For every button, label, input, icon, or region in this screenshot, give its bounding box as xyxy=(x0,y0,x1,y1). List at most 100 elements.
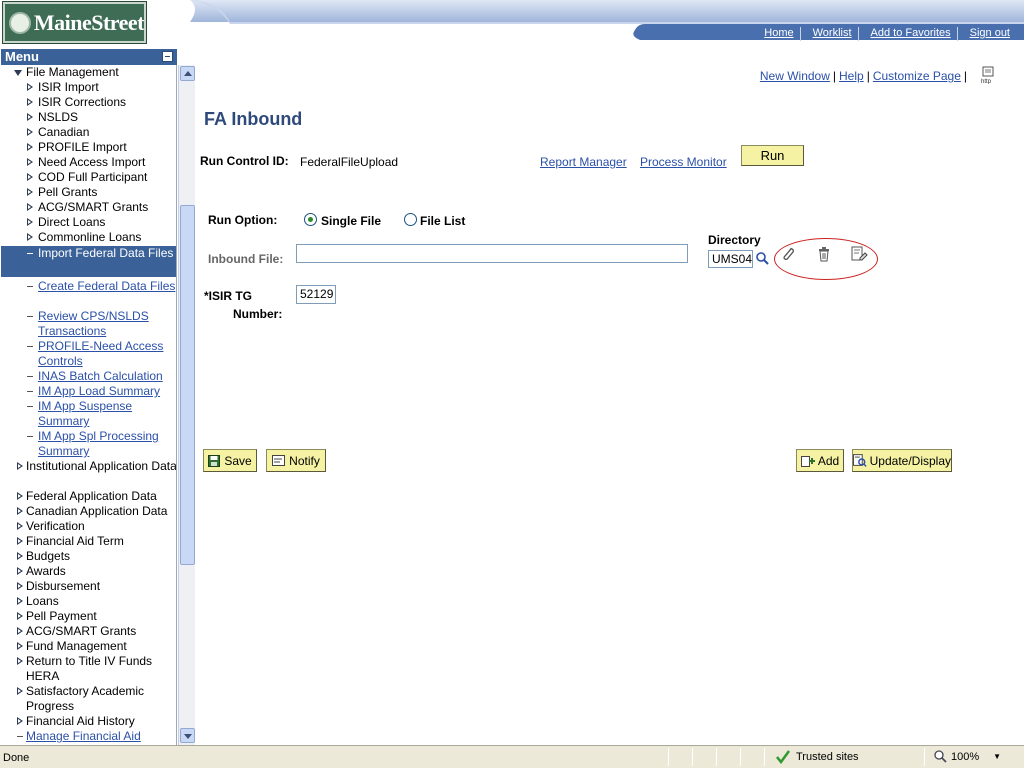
menu-item[interactable]: File Management xyxy=(1,65,176,81)
expand-arrow-icon[interactable] xyxy=(17,552,23,560)
security-zone[interactable]: Trusted sites xyxy=(776,750,859,764)
expand-arrow-icon[interactable] xyxy=(17,642,23,650)
menu-scrollbar[interactable] xyxy=(178,65,195,745)
expand-arrow-icon[interactable] xyxy=(17,597,23,605)
scroll-up-button[interactable] xyxy=(180,66,195,81)
menu-item[interactable]: Federal Application Data xyxy=(1,489,176,505)
worklist-link[interactable]: Worklist xyxy=(799,27,858,41)
expand-arrow-icon[interactable] xyxy=(17,492,23,500)
menu-item[interactable]: Budgets xyxy=(1,549,176,565)
menu-item[interactable]: Return to Title IV Funds HERA xyxy=(1,654,176,685)
menu-item[interactable]: IM App Suspense Summary xyxy=(1,399,176,430)
attach-paperclip-icon[interactable] xyxy=(780,246,796,262)
expand-arrow-icon[interactable] xyxy=(17,717,23,725)
expand-arrow-icon[interactable] xyxy=(17,612,23,620)
expand-arrow-icon[interactable] xyxy=(27,98,33,106)
menu-item-label[interactable]: Review CPS/NSLDS Transactions xyxy=(38,309,176,339)
expand-arrow-icon[interactable] xyxy=(27,203,33,211)
menu-item[interactable]: PROFILE-Need Access Controls xyxy=(1,339,176,370)
help-link[interactable]: Help xyxy=(839,69,864,83)
add-button[interactable]: Add xyxy=(796,449,844,472)
menu-item[interactable]: COD Full Participant xyxy=(1,170,176,186)
expand-arrow-icon[interactable] xyxy=(17,462,23,470)
directory-input[interactable]: UMS04 xyxy=(708,250,753,268)
isir-tg-number-input[interactable]: 52129 xyxy=(296,285,336,304)
update-display-button[interactable]: Update/Display xyxy=(852,449,952,472)
collapse-arrow-icon[interactable] xyxy=(14,70,22,76)
expand-arrow-icon[interactable] xyxy=(17,522,23,530)
menu-item-label[interactable]: Create Federal Data Files xyxy=(38,279,176,294)
expand-arrow-icon[interactable] xyxy=(27,113,33,121)
report-manager-link[interactable]: Report Manager xyxy=(540,155,627,169)
menu-item[interactable]: IM App Load Summary xyxy=(1,384,176,400)
expand-arrow-icon[interactable] xyxy=(17,687,23,695)
menu-item[interactable]: Verification xyxy=(1,519,176,535)
menu-item-label[interactable]: IM App Load Summary xyxy=(38,384,176,399)
single-file-radio[interactable] xyxy=(304,213,317,226)
delete-trash-icon[interactable] xyxy=(816,246,832,262)
menu-item[interactable]: Disbursement xyxy=(1,579,176,595)
menu-item[interactable]: ACG/SMART Grants xyxy=(1,200,176,216)
menu-item[interactable]: Loans xyxy=(1,594,176,610)
menu-item[interactable]: Financial Aid Term xyxy=(1,534,176,550)
menu-item[interactable]: Institutional Application Data xyxy=(1,459,176,490)
scrollbar-thumb[interactable] xyxy=(180,205,195,565)
new-window-link[interactable]: New Window xyxy=(760,69,830,83)
process-monitor-link[interactable]: Process Monitor xyxy=(640,155,727,169)
lookup-search-icon[interactable] xyxy=(755,251,770,266)
expand-arrow-icon[interactable] xyxy=(17,582,23,590)
menu-item-label[interactable]: INAS Batch Calculation xyxy=(38,369,176,384)
expand-arrow-icon[interactable] xyxy=(17,507,23,515)
home-link[interactable]: Home xyxy=(752,27,799,41)
expand-arrow-icon[interactable] xyxy=(27,233,33,241)
sign-out-link[interactable]: Sign out xyxy=(956,27,1016,41)
menu-item-selected[interactable]: Import Federal Data Files xyxy=(1,246,176,277)
menu-item[interactable]: Commonline Loans xyxy=(1,230,176,246)
expand-arrow-icon[interactable] xyxy=(27,143,33,151)
menu-item[interactable]: IM App Spl Processing Summary xyxy=(1,429,176,460)
menu-item-label[interactable]: PROFILE-Need Access Controls xyxy=(38,339,176,369)
collapse-menu-icon[interactable] xyxy=(162,51,173,62)
run-button[interactable]: Run xyxy=(741,145,804,166)
menu-item[interactable]: ISIR Import xyxy=(1,80,176,96)
notify-button[interactable]: Notify xyxy=(266,449,326,472)
add-to-favorites-link[interactable]: Add to Favorites xyxy=(857,27,957,41)
menu-item[interactable]: Need Access Import xyxy=(1,155,176,171)
menu-item[interactable]: Pell Payment xyxy=(1,609,176,625)
menu-item[interactable]: Financial Aid History xyxy=(1,714,176,730)
expand-arrow-icon[interactable] xyxy=(27,128,33,136)
menu-item[interactable]: Manage Financial Aid xyxy=(1,729,176,745)
menu-item[interactable]: Satisfactory Academic Progress xyxy=(1,684,176,715)
menu-item[interactable]: ISIR Corrections xyxy=(1,95,176,111)
menu-item[interactable]: Direct Loans xyxy=(1,215,176,231)
mainestreet-logo[interactable]: MaineStreet xyxy=(2,1,147,44)
zoom-dropdown-icon[interactable]: ▼ xyxy=(993,752,1001,761)
menu-item[interactable]: PROFILE Import xyxy=(1,140,176,156)
menu-item[interactable]: NSLDS xyxy=(1,110,176,126)
menu-item[interactable]: Create Federal Data Files xyxy=(1,279,176,310)
menu-item[interactable]: Fund Management xyxy=(1,639,176,655)
menu-item[interactable]: Pell Grants xyxy=(1,185,176,201)
menu-item[interactable]: Awards xyxy=(1,564,176,580)
save-button[interactable]: Save xyxy=(203,449,257,472)
expand-arrow-icon[interactable] xyxy=(17,567,23,575)
expand-arrow-icon[interactable] xyxy=(17,657,23,665)
expand-arrow-icon[interactable] xyxy=(27,173,33,181)
menu-item[interactable]: Canadian xyxy=(1,125,176,141)
menu-item[interactable]: Review CPS/NSLDS Transactions xyxy=(1,309,176,340)
expand-arrow-icon[interactable] xyxy=(27,83,33,91)
scroll-down-button[interactable] xyxy=(180,728,195,743)
zoom-control[interactable]: 100% ▼ xyxy=(934,750,1001,763)
http-link-icon[interactable]: http xyxy=(980,66,998,84)
expand-arrow-icon[interactable] xyxy=(27,218,33,226)
customize-page-link[interactable]: Customize Page xyxy=(873,69,961,83)
menu-item-label[interactable]: IM App Spl Processing Summary xyxy=(38,429,176,459)
menu-item[interactable]: ACG/SMART Grants xyxy=(1,624,176,640)
file-list-radio[interactable] xyxy=(404,213,417,226)
view-attachment-icon[interactable] xyxy=(850,246,868,262)
menu-item-label[interactable]: Manage Financial Aid xyxy=(26,729,176,744)
menu-item-label[interactable]: IM App Suspense Summary xyxy=(38,399,176,429)
expand-arrow-icon[interactable] xyxy=(27,158,33,166)
expand-arrow-icon[interactable] xyxy=(27,188,33,196)
expand-arrow-icon[interactable] xyxy=(17,627,23,635)
